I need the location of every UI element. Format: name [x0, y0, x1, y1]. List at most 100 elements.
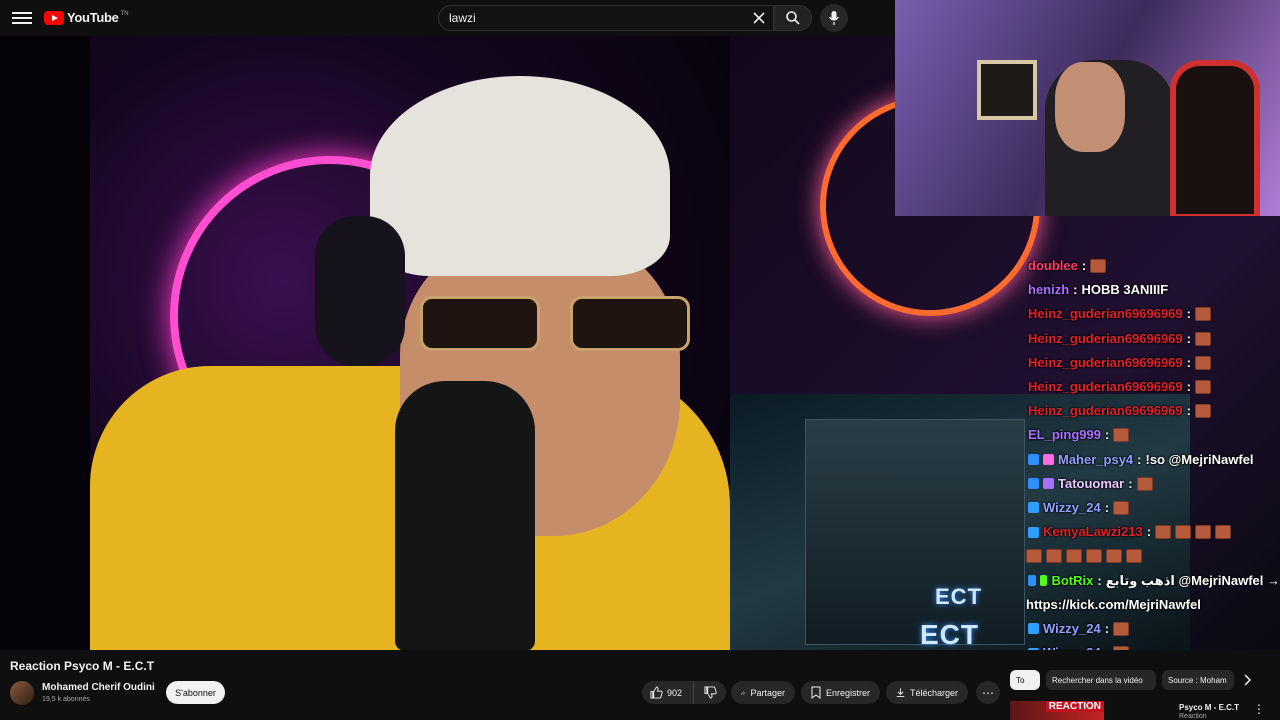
- channel-avatar[interactable]: [10, 681, 34, 705]
- chat-badge-icon: [1028, 623, 1039, 635]
- chat-emote-icon: [1194, 307, 1211, 322]
- chat-username[interactable]: Wizzy_24: [1043, 617, 1101, 641]
- youtube-play-icon: [44, 10, 64, 25]
- more-actions-button[interactable]: ⋯: [976, 681, 1000, 704]
- chat-message: Wizzy_24:: [1023, 617, 1280, 641]
- white-beanie: [370, 76, 670, 276]
- voice-search-button[interactable]: [820, 4, 848, 32]
- masthead: YouTube TN lawzi: [0, 0, 895, 36]
- download-button[interactable]: Télécharger: [886, 681, 968, 704]
- chat-username[interactable]: Heinz_guderian69696969: [1028, 399, 1183, 423]
- chat-emote-icon: [1136, 476, 1153, 491]
- chip-all[interactable]: To: [1010, 670, 1040, 690]
- search-icon: [786, 11, 800, 25]
- chat-separator: :: [1186, 330, 1191, 346]
- dislike-button[interactable]: [694, 681, 726, 704]
- chat-username[interactable]: Maher_psy4: [1058, 448, 1133, 472]
- chat-emote-icon: [1215, 525, 1232, 540]
- chat-badge-icon: [1043, 454, 1054, 466]
- video-info: Reaction Psyco M - E.C.T Mohamed Cherif …: [0, 650, 1280, 720]
- chat-emote-icon: [1113, 428, 1130, 443]
- chat-message: Heinz_guderian69696969:: [1023, 399, 1280, 423]
- logo-region: TN: [120, 10, 129, 17]
- chat-separator: :: [1186, 306, 1191, 322]
- chevron-right-icon[interactable]: [1240, 672, 1254, 688]
- chat-message: https://kick.com/MejriNawfel: [1023, 593, 1280, 617]
- chat-message: Heinz_guderian69696969:: [1023, 302, 1280, 326]
- chat-username[interactable]: Heinz_guderian69696969: [1028, 351, 1183, 375]
- thumbs-down-icon: [703, 686, 717, 699]
- chat-username[interactable]: Wizzy_24: [1043, 641, 1101, 650]
- chat-message: Wizzy_24:: [1023, 496, 1280, 520]
- save-label: Enregistrer: [825, 687, 870, 698]
- chat-username[interactable]: EL_ping999: [1028, 423, 1101, 447]
- like-button[interactable]: 902: [642, 681, 694, 704]
- chat-message: KemyaLawzi213:: [1023, 520, 1280, 544]
- chip-source[interactable]: Source : Moham: [1162, 670, 1234, 690]
- chat-separator: :: [1073, 282, 1078, 298]
- chat-emote-icon: [1106, 549, 1122, 564]
- webcam-overlay: [895, 0, 1280, 216]
- chat-emote-icon: [1086, 549, 1102, 564]
- share-button[interactable]: Partager: [731, 681, 795, 704]
- chat-emote-icon: [1194, 355, 1211, 370]
- chat-username[interactable]: Wizzy_24: [1043, 496, 1101, 520]
- chat-username[interactable]: Heinz_guderian69696969: [1028, 327, 1183, 351]
- menu-icon[interactable]: [12, 9, 32, 27]
- chat-message: [1023, 544, 1280, 568]
- chat-message: Heinz_guderian69696969:: [1023, 351, 1280, 375]
- chat-separator: :: [1104, 499, 1110, 515]
- chat-emote-icon: [1046, 549, 1062, 564]
- chat-badge-icon: [1039, 575, 1048, 587]
- chat-text: https://kick.com/MejriNawfel: [1026, 596, 1201, 612]
- chat-username[interactable]: Tatouomar: [1058, 472, 1124, 496]
- like-dislike-group: 902: [642, 681, 726, 704]
- gaming-chair: [1170, 60, 1260, 216]
- recommended-badge: REACTION: [1045, 701, 1104, 712]
- chat-separator: :: [1137, 451, 1142, 467]
- chat-message: Heinz_guderian69696969:: [1023, 327, 1280, 351]
- thumbnail-artwork: [805, 419, 1025, 645]
- chat-username[interactable]: BotRix: [1051, 569, 1093, 593]
- chat-badge-icon: [1028, 502, 1039, 514]
- chat-message: Wizzy_24:: [1023, 641, 1280, 650]
- chat-separator: :: [1081, 258, 1087, 274]
- chat-username[interactable]: Heinz_guderian69696969: [1028, 302, 1183, 326]
- chat-emote-icon: [1126, 549, 1142, 564]
- search-input[interactable]: lawzi: [438, 5, 774, 31]
- wall-frame: [977, 60, 1037, 120]
- chat-badge-icon: [1028, 526, 1039, 538]
- chat-separator: :: [1104, 427, 1110, 443]
- download-label: Télécharger: [909, 687, 958, 698]
- chat-separator: :: [1186, 379, 1191, 395]
- save-button[interactable]: Enregistrer: [801, 681, 880, 704]
- chip-search-in-video[interactable]: Rechercher dans la vidéo: [1046, 670, 1156, 690]
- chat-message: Tatouomar:: [1023, 472, 1280, 496]
- youtube-logo[interactable]: YouTube TN: [44, 10, 129, 25]
- chat-username[interactable]: Heinz_guderian69696969: [1028, 375, 1183, 399]
- close-icon[interactable]: [751, 10, 767, 26]
- chat-emote-icon: [1113, 500, 1130, 515]
- chat-username[interactable]: KemyaLawzi213: [1043, 520, 1143, 544]
- headphones: [315, 216, 405, 366]
- recommended-video-subtitle: Reaction: [1179, 713, 1207, 720]
- share-label: Partager: [750, 687, 785, 698]
- chat-emote-icon: [1113, 621, 1130, 636]
- subscribe-button[interactable]: S'abonner: [166, 681, 225, 704]
- chat-text: اذهب وتابع @MejriNawfel →: [1105, 572, 1280, 588]
- recommended-video-thumbnail[interactable]: REACTION: [1010, 701, 1104, 720]
- channel-name[interactable]: Mohamed Cherif Oudini: [42, 682, 155, 693]
- recommended-more-icon[interactable]: ⋮: [1253, 702, 1265, 716]
- chat-emote-icon: [1066, 549, 1082, 564]
- chat-username[interactable]: henizh: [1028, 278, 1069, 302]
- video-title: Reaction Psyco M - E.C.T: [10, 659, 155, 673]
- recommended-video-title[interactable]: Psyco M - E.C.T: [1179, 703, 1239, 712]
- search-button[interactable]: [774, 5, 812, 31]
- chat-separator: :: [1128, 475, 1133, 491]
- chat-emote-icon: [1195, 525, 1212, 540]
- chat-separator: :: [1186, 354, 1191, 370]
- chat-emote-icon: [1090, 259, 1107, 274]
- more-icon: ⋯: [982, 685, 994, 700]
- search-value: lawzi: [449, 11, 476, 25]
- chat-username[interactable]: doublee: [1028, 254, 1078, 278]
